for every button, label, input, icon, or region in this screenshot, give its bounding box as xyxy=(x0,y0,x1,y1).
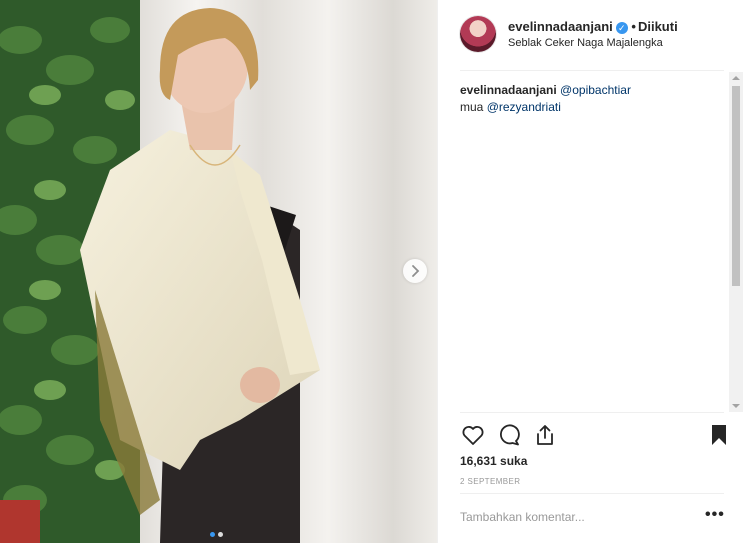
post-details-panel: evelinnadaanjani ✓ • Diikuti Seblak Ceker … xyxy=(437,0,745,543)
post-header: evelinnadaanjani ✓ • Diikuti Seblak Ceker … xyxy=(460,16,720,56)
like-count[interactable]: 16,631 suka xyxy=(460,454,527,468)
separator-dot: • xyxy=(631,19,636,34)
save-button[interactable] xyxy=(706,422,732,448)
scroll-up-arrow[interactable] xyxy=(732,76,740,80)
bookmark-icon xyxy=(712,425,726,445)
post-date: 2 SEPTEMBER xyxy=(460,477,521,486)
caption-text: mua xyxy=(460,100,487,114)
caption-mention[interactable]: @rezyandriati xyxy=(487,100,561,114)
carousel-dot xyxy=(218,532,223,537)
post-actions xyxy=(460,422,730,448)
post-image xyxy=(0,0,437,543)
actions-divider xyxy=(460,412,724,413)
like-button[interactable] xyxy=(460,422,486,448)
caption-username[interactable]: evelinnadaanjani xyxy=(460,83,557,97)
comment-button[interactable] xyxy=(496,422,522,448)
heart-icon xyxy=(462,426,484,445)
comment-bubble-icon xyxy=(500,424,520,446)
header-divider xyxy=(460,70,724,71)
post-caption: evelinnadaanjani @opibachtiar mua @rezya… xyxy=(460,82,730,116)
share-button[interactable] xyxy=(532,422,558,448)
post-photo[interactable] xyxy=(0,0,437,543)
avatar[interactable] xyxy=(460,16,496,52)
post-author: evelinnadaanjani ✓ • Diikuti xyxy=(508,19,678,34)
comment-input[interactable] xyxy=(460,510,660,524)
carousel-dot-active xyxy=(210,532,215,537)
comment-divider xyxy=(460,493,724,494)
username-link[interactable]: evelinnadaanjani xyxy=(508,19,613,34)
location-link[interactable]: Seblak Ceker Naga Majalengka xyxy=(508,37,663,49)
verified-badge-icon: ✓ xyxy=(615,21,628,34)
carousel-indicator xyxy=(210,524,226,542)
scroll-down-arrow[interactable] xyxy=(732,404,740,408)
more-options-button[interactable]: ••• xyxy=(705,506,725,524)
share-icon xyxy=(537,425,553,445)
follow-status-button[interactable]: Diikuti xyxy=(638,19,678,34)
scroll-thumb[interactable] xyxy=(732,86,740,286)
comments-scrollbar[interactable] xyxy=(729,72,743,412)
chevron-right-icon xyxy=(412,265,420,277)
carousel-next-button[interactable] xyxy=(403,259,427,283)
caption-mention[interactable]: @opibachtiar xyxy=(560,83,631,97)
